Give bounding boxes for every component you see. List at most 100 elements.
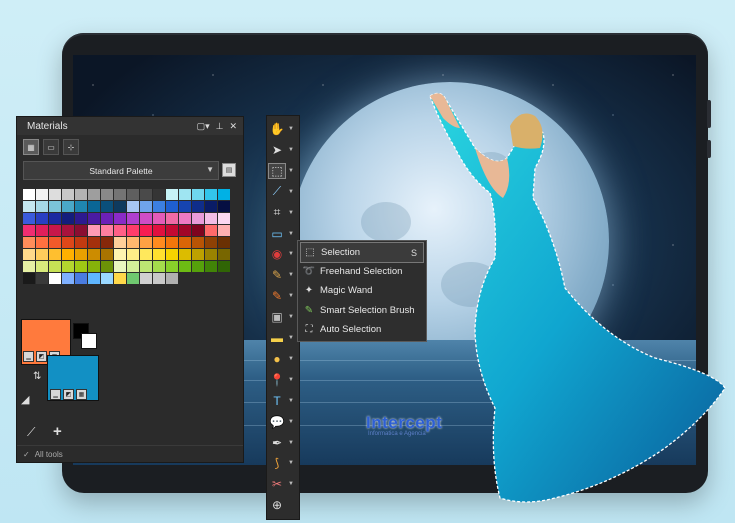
color-swatch[interactable] <box>153 237 165 248</box>
chevron-down-icon[interactable]: ▼ <box>288 147 294 153</box>
panel-menu-icon[interactable]: ▢▾ <box>197 121 210 132</box>
color-swatch[interactable] <box>23 237 35 248</box>
gradient-mode-icon[interactable]: ◩ <box>36 351 47 362</box>
chevron-down-icon[interactable]: ▼ <box>288 335 294 341</box>
color-swatch[interactable] <box>179 249 191 260</box>
close-icon[interactable]: ✕ <box>229 121 237 132</box>
color-swatch[interactable] <box>166 201 178 212</box>
chevron-down-icon[interactable]: ▼ <box>288 356 294 362</box>
color-swatch[interactable] <box>140 237 152 248</box>
color-swatch[interactable] <box>166 261 178 272</box>
color-swatch[interactable] <box>166 189 178 200</box>
color-swatch[interactable] <box>23 261 35 272</box>
color-swatch[interactable] <box>62 189 74 200</box>
color-swatch[interactable] <box>49 273 61 284</box>
chevron-down-icon[interactable]: ▼ <box>288 189 294 195</box>
chevron-down-icon[interactable]: ▼ <box>288 481 294 487</box>
color-swatch[interactable] <box>88 201 100 212</box>
color-swatch[interactable] <box>75 249 87 260</box>
pattern-mode-icon[interactable]: ▦ <box>76 389 87 400</box>
tool-straighten[interactable]: ▭ ▼ <box>269 225 295 243</box>
color-swatch[interactable] <box>88 237 100 248</box>
color-swatch[interactable] <box>114 249 126 260</box>
color-swatch[interactable] <box>36 273 48 284</box>
color-swatch[interactable] <box>218 189 230 200</box>
color-swatch[interactable] <box>179 201 191 212</box>
tool-object-remover[interactable]: ✂ ▼ <box>269 475 295 493</box>
color-swatch[interactable] <box>75 201 87 212</box>
texture-tab-icon[interactable]: ⊹ <box>63 139 79 155</box>
color-swatch[interactable] <box>166 273 178 284</box>
chevron-down-icon[interactable]: ▼ <box>288 251 294 257</box>
color-swatch[interactable] <box>218 249 230 260</box>
color-swatch[interactable] <box>140 273 152 284</box>
chevron-down-icon[interactable]: ▼ <box>288 272 294 278</box>
palette-options-icon[interactable]: ▤ <box>222 163 236 177</box>
palette-dropdown[interactable]: Standard Palette ▼ <box>23 161 219 180</box>
color-swatch[interactable] <box>153 261 165 272</box>
color-swatch[interactable] <box>153 213 165 224</box>
color-swatch[interactable] <box>62 213 74 224</box>
color-swatch[interactable] <box>140 213 152 224</box>
color-swatch[interactable] <box>75 273 87 284</box>
color-swatch[interactable] <box>140 261 152 272</box>
color-swatch[interactable] <box>127 261 139 272</box>
menu-item-magic-wand[interactable]: ✦ Magic Wand <box>300 281 424 300</box>
tool-warp-brush[interactable]: ⟆ ▼ <box>269 454 295 472</box>
color-swatch[interactable] <box>114 225 126 236</box>
color-swatch[interactable] <box>114 237 126 248</box>
color-swatch[interactable] <box>166 213 178 224</box>
color-mode-icon[interactable]: ▁ <box>23 351 34 362</box>
pin-icon[interactable]: ⊥ <box>216 121 224 132</box>
menu-item-smart-selection-brush[interactable]: ✎ Smart Selection Brush <box>300 301 424 320</box>
gradient-mode-icon[interactable]: ◩ <box>63 389 74 400</box>
all-tools-toggle[interactable]: ✓ All tools <box>17 445 243 462</box>
color-swatch[interactable] <box>49 261 61 272</box>
color-swatch[interactable] <box>127 201 139 212</box>
color-swatch[interactable] <box>218 225 230 236</box>
color-swatch[interactable] <box>218 201 230 212</box>
color-swatch[interactable] <box>88 261 100 272</box>
color-swatch[interactable] <box>114 273 126 284</box>
white-color-swatch[interactable] <box>81 333 97 349</box>
color-swatch[interactable] <box>205 225 217 236</box>
menu-item-freehand-selection[interactable]: ➰ Freehand Selection <box>300 262 424 281</box>
tool-selection-marquee[interactable]: ⬚ ▼ <box>268 162 295 180</box>
color-swatch[interactable] <box>75 189 87 200</box>
color-swatch[interactable] <box>205 249 217 260</box>
color-swatch[interactable] <box>179 225 191 236</box>
tool-makeover-brush[interactable]: ✎ ▼ <box>269 266 295 284</box>
chevron-down-icon[interactable]: ▼ <box>288 231 294 237</box>
color-swatch[interactable] <box>153 189 165 200</box>
color-swatch[interactable] <box>88 249 100 260</box>
tool-gradient-fill[interactable]: ▣ ▼ <box>269 308 295 326</box>
color-swatch[interactable] <box>62 261 74 272</box>
color-swatch[interactable] <box>218 273 230 284</box>
color-swatch[interactable] <box>127 237 139 248</box>
color-swatch[interactable] <box>75 261 87 272</box>
tool-shape-speech[interactable]: 💬 ▼ <box>269 413 295 431</box>
color-swatch[interactable] <box>49 189 61 200</box>
color-swatch[interactable] <box>114 201 126 212</box>
color-swatch[interactable] <box>101 237 113 248</box>
color-swatch[interactable] <box>23 249 35 260</box>
color-swatch[interactable] <box>101 249 113 260</box>
color-swatch[interactable] <box>179 213 191 224</box>
color-swatch[interactable] <box>127 213 139 224</box>
color-swatch[interactable] <box>101 201 113 212</box>
color-swatch[interactable] <box>140 225 152 236</box>
color-swatch[interactable] <box>166 237 178 248</box>
color-swatch[interactable] <box>36 237 48 248</box>
color-swatch[interactable] <box>114 261 126 272</box>
tool-red-eye[interactable]: ◉ ▼ <box>269 245 295 263</box>
chevron-down-icon[interactable]: ▼ <box>288 377 294 383</box>
color-swatch[interactable] <box>127 189 139 200</box>
color-swatch[interactable] <box>23 225 35 236</box>
tool-pen[interactable]: ✒ ▼ <box>269 434 295 452</box>
color-swatch[interactable] <box>49 201 61 212</box>
color-swatch[interactable] <box>36 261 48 272</box>
color-swatch[interactable] <box>75 225 87 236</box>
tool-retouch[interactable]: ● ▼ <box>269 350 295 368</box>
chevron-down-icon[interactable]: ▼ <box>288 168 294 174</box>
color-swatch[interactable] <box>88 189 100 200</box>
